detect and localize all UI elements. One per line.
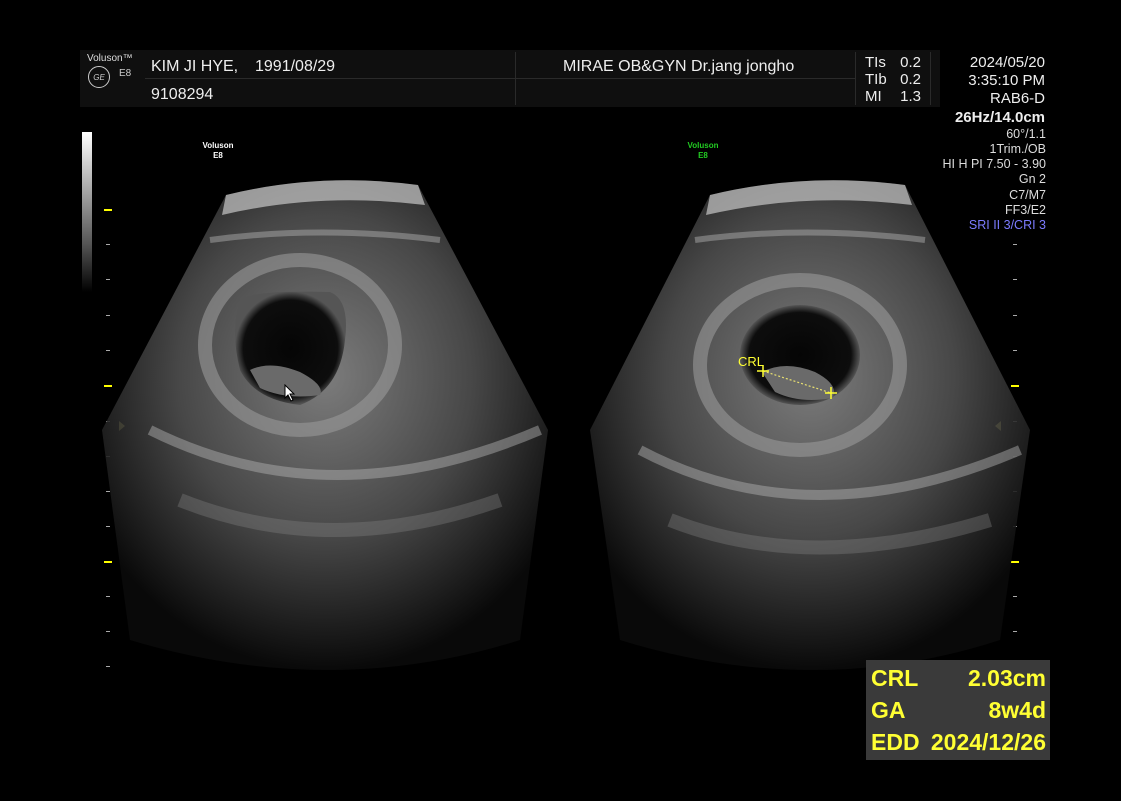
- caliper-label: CRL: [738, 354, 765, 369]
- right-scan-label-line2: E8: [698, 151, 708, 160]
- right-scan-label: Voluson E8: [683, 141, 723, 161]
- mouse-cursor-icon: [284, 384, 296, 402]
- measurement-row-ga: GA 8w4d: [871, 697, 1046, 724]
- measurement-label: GA: [871, 697, 906, 723]
- left-scan-image: [102, 180, 548, 671]
- left-scan-label-line2: E8: [213, 151, 223, 160]
- left-scan-label-line1: Voluson: [202, 141, 234, 150]
- measurement-label: CRL: [871, 665, 919, 691]
- measurement-value: 2.03cm: [967, 665, 1046, 691]
- left-scan-label: Voluson E8: [198, 141, 238, 161]
- measurement-results: CRL 2.03cm GA 8w4d EDD 2024/12/26: [866, 660, 1050, 760]
- right-scan-image: [590, 180, 1030, 671]
- measurement-row-crl: CRL 2.03cm: [871, 665, 1046, 692]
- right-sector: [590, 180, 1030, 671]
- measurement-value: 2024/12/26: [930, 729, 1046, 755]
- right-scan-label-line1: Voluson: [687, 141, 719, 150]
- measurement-value: 8w4d: [988, 697, 1046, 723]
- measurement-label: EDD: [871, 729, 920, 755]
- measurement-row-edd: EDD 2024/12/26: [871, 729, 1046, 756]
